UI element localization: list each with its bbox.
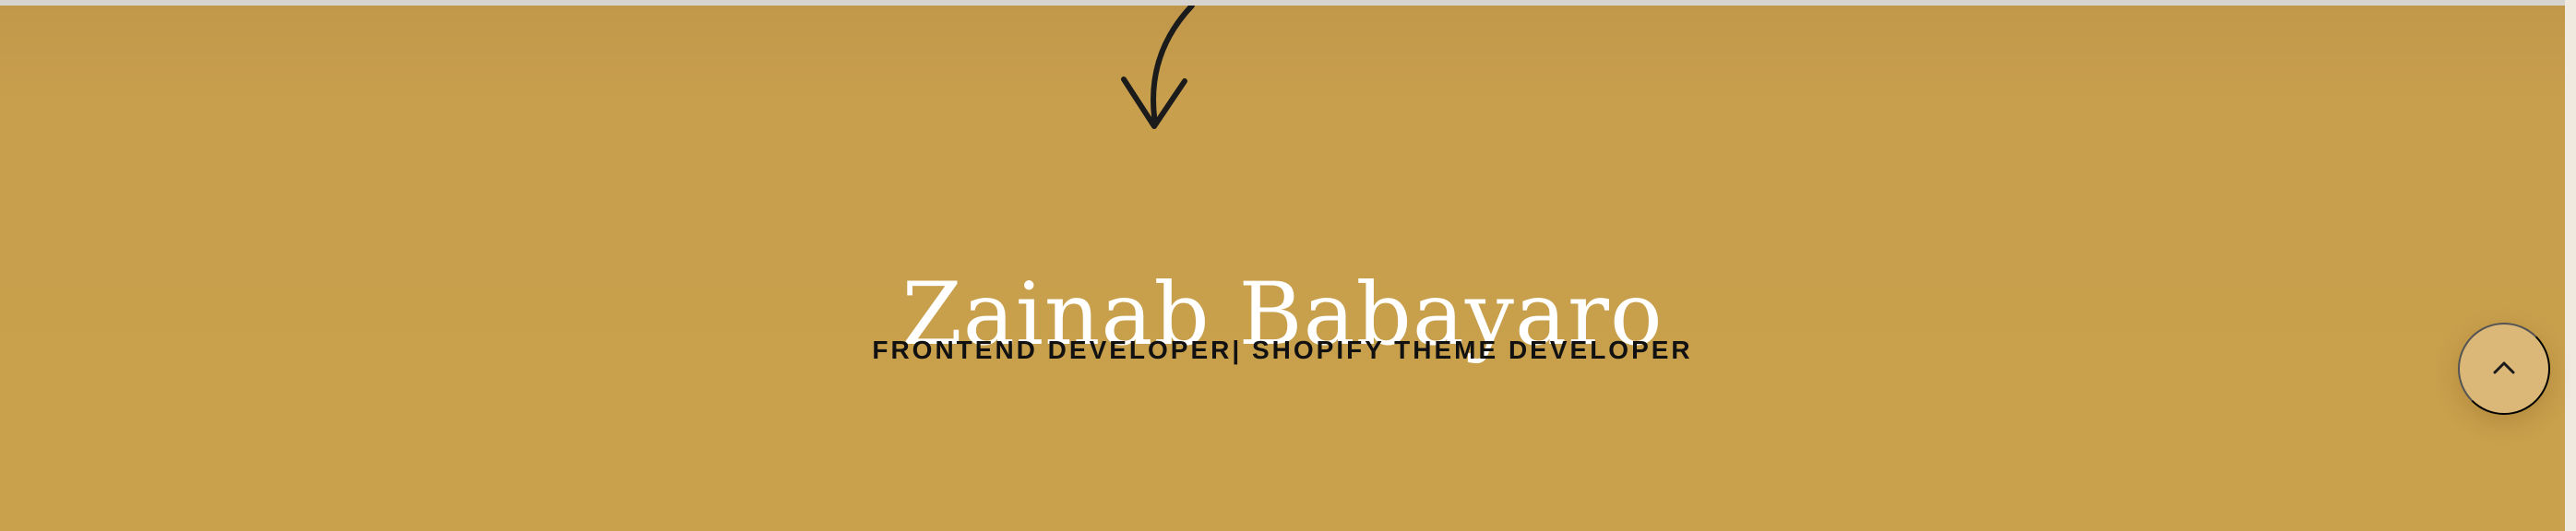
hero-role: FRONTEND DEVELOPER| SHOPIFY THEME DEVELO… xyxy=(872,336,1693,364)
page: Zainab Babayaro FRONTEND DEVELOPER| SHOP… xyxy=(0,0,2576,531)
hero-section: Zainab Babayaro FRONTEND DEVELOPER| SHOP… xyxy=(0,6,2565,531)
chevron-up-icon xyxy=(2493,361,2515,374)
arrow-down-icon xyxy=(1121,6,1195,129)
page-edge-strip xyxy=(2565,0,2576,531)
scroll-to-top-button[interactable] xyxy=(2458,323,2550,415)
